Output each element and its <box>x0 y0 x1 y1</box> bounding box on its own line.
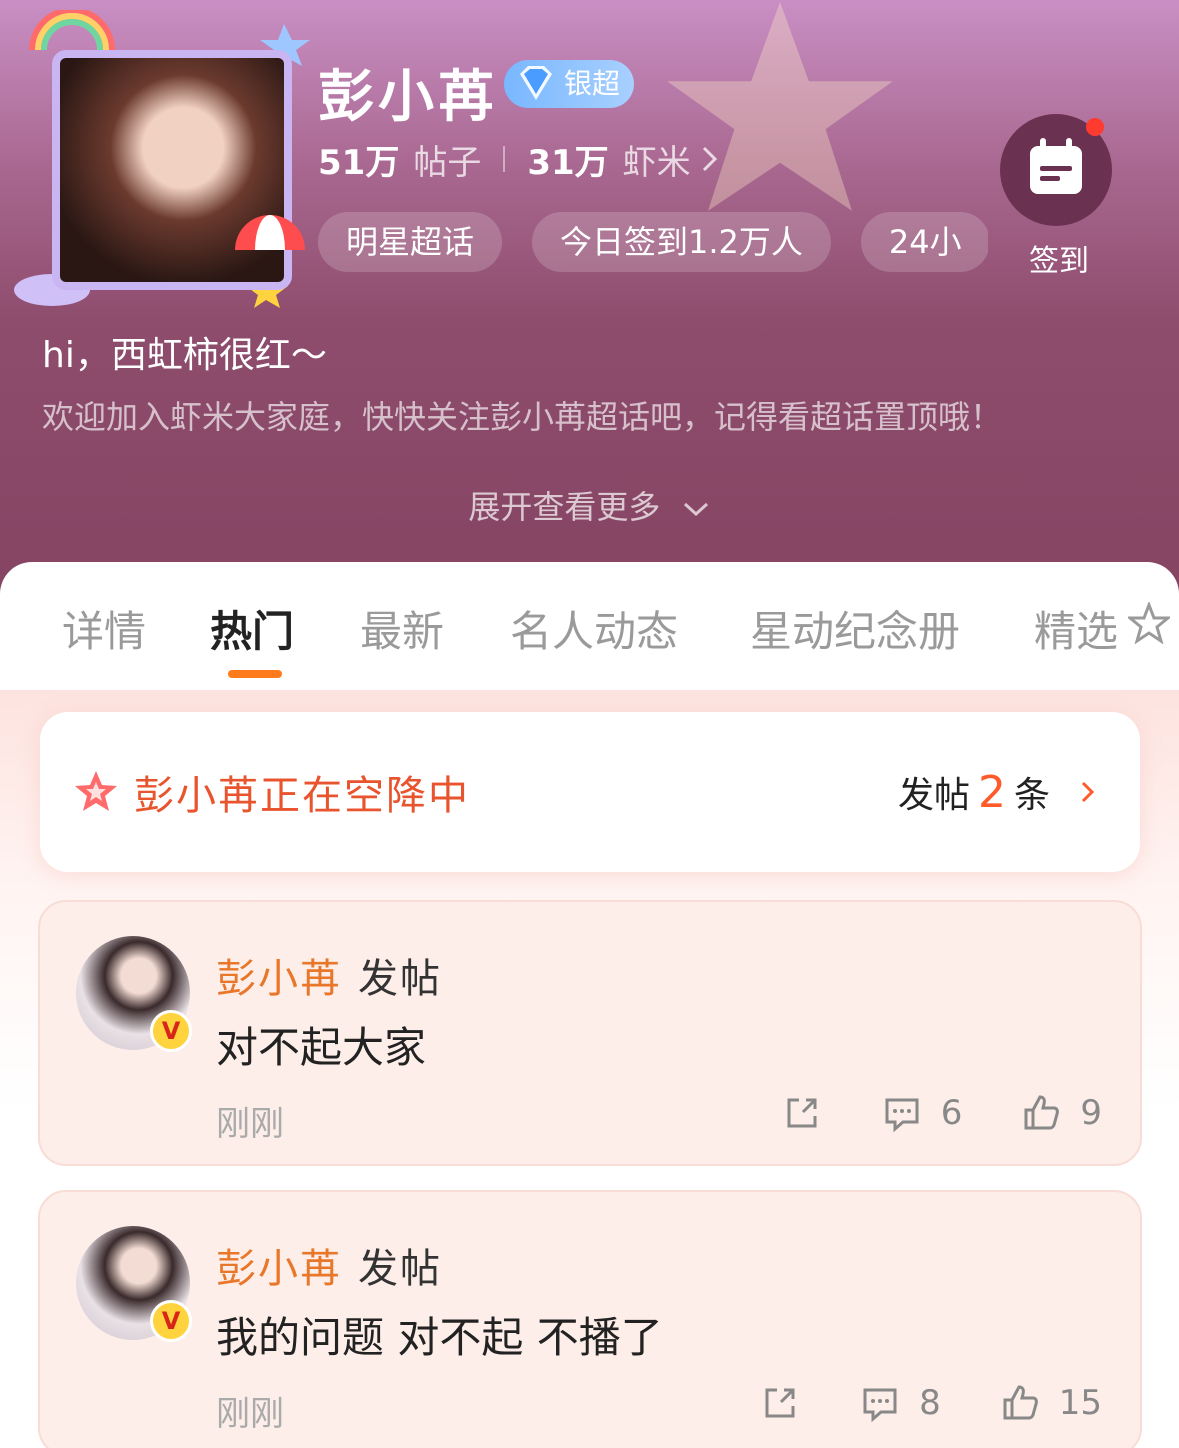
comment-button[interactable]: 6 <box>881 1092 963 1134</box>
post-action: 发帖 <box>358 1246 442 1292</box>
comment-count: 6 <box>940 1093 963 1133</box>
airdrop-title: 彭小苒正在空降中 <box>134 773 470 819</box>
chip-today-checkin[interactable]: 今日签到1.2万人 <box>532 212 831 272</box>
badge-label: 银超 <box>564 67 621 100</box>
post-card[interactable]: V 彭小苒 发帖 对不起大家 刚刚 6 9 <box>38 900 1142 1166</box>
like-button[interactable]: 9 <box>1020 1092 1102 1134</box>
post-author-name[interactable]: 彭小苒 <box>216 1246 342 1292</box>
thumbs-up-icon <box>1003 1385 1038 1420</box>
diamond-icon <box>520 66 552 100</box>
airdrop-suffix: 条 <box>1013 775 1050 816</box>
welcome-text: 欢迎加入虾米大家庭，快快关注彭小苒超话吧，记得看超话置顶哦！ <box>42 398 1003 436</box>
posts-unit: 帖子 <box>413 142 482 183</box>
stats-divider <box>503 146 506 172</box>
expand-more-label: 展开查看更多 <box>468 488 661 526</box>
post-action: 发帖 <box>358 956 442 1002</box>
post-actions: 6 9 <box>723 1092 1102 1134</box>
parachute-icon <box>235 215 305 250</box>
post-header: 彭小苒 发帖 <box>216 1236 442 1294</box>
verified-v-icon: V <box>150 1300 192 1342</box>
checkin-label[interactable]: 签到 <box>1000 236 1118 280</box>
like-button[interactable]: 15 <box>999 1382 1102 1424</box>
post-text[interactable]: 我的问题 对不起 不播了 <box>216 1304 663 1365</box>
post-actions: 8 15 <box>701 1382 1102 1424</box>
airdrop-count: 2 <box>977 766 1006 818</box>
share-button[interactable] <box>781 1092 823 1134</box>
topic-title: 彭小苒 <box>318 65 498 130</box>
airdrop-prefix: 发帖 <box>897 775 970 816</box>
fans-unit: 虾米 <box>622 142 691 183</box>
tab-bar: 详情 热门 最新 名人动态 星动纪念册 精选 <box>0 562 1179 690</box>
notification-dot <box>1086 118 1104 136</box>
comment-icon <box>885 1098 919 1133</box>
airdrop-banner[interactable]: 彭小苒正在空降中 发帖 2 条 <box>40 712 1140 872</box>
star-decoration-icon <box>667 2 893 211</box>
tab-star-album[interactable]: 星动纪念册 <box>750 598 960 659</box>
share-button[interactable] <box>759 1382 801 1424</box>
verified-v-icon: V <box>150 1010 192 1052</box>
tab-hot[interactable]: 热门 <box>210 598 294 659</box>
post-author-name[interactable]: 彭小苒 <box>216 956 342 1002</box>
share-icon <box>765 1388 795 1418</box>
expand-more-button[interactable]: 展开查看更多 <box>0 482 1179 528</box>
post-time: 刚刚 <box>216 1394 284 1434</box>
topic-chips: 明星超话 今日签到1.2万人 24小 <box>318 212 988 272</box>
greeting-text: hi，西虹柿很红～ <box>42 335 327 376</box>
tab-celebrity-updates[interactable]: 名人动态 <box>510 598 678 659</box>
tab-latest[interactable]: 最新 <box>360 598 444 659</box>
star-outline-icon <box>1128 602 1170 644</box>
thumbs-up-icon <box>1024 1095 1060 1130</box>
tab-details[interactable]: 详情 <box>62 598 146 659</box>
fans-count: 31万 <box>527 142 609 183</box>
star-badge-icon <box>75 771 117 811</box>
feed-content: 彭小苒正在空降中 发帖 2 条 V 彭小苒 发帖 对不起大家 刚刚 6 9 V … <box>0 690 1179 1448</box>
tab-featured[interactable]: 精选 <box>1034 598 1170 659</box>
posts-count: 51万 <box>318 142 400 183</box>
active-tab-indicator <box>228 670 282 678</box>
comment-icon <box>863 1388 897 1423</box>
comment-button[interactable]: 8 <box>859 1382 941 1424</box>
like-count: 15 <box>1058 1383 1102 1423</box>
topic-stats[interactable]: 51万 帖子 31万 虾米 <box>318 134 721 184</box>
super-topic-header: 彭小苒 银超 51万 帖子 31万 虾米 明星超话 今日签到1.2万人 24小 … <box>0 0 1179 600</box>
share-icon <box>787 1098 817 1128</box>
chevron-down-icon <box>683 502 708 517</box>
chip-24h[interactable]: 24小 <box>860 212 988 272</box>
chevron-right-icon <box>702 146 717 172</box>
post-time: 刚刚 <box>216 1104 284 1144</box>
post-header: 彭小苒 发帖 <box>216 946 442 1004</box>
tab-featured-label: 精选 <box>1034 607 1119 656</box>
silver-super-badge[interactable]: 银超 <box>504 60 635 108</box>
comment-count: 8 <box>919 1383 941 1423</box>
chip-star-topic[interactable]: 明星超话 <box>318 212 503 272</box>
airdrop-post-count[interactable]: 发帖 2 条 <box>898 766 1098 818</box>
like-count: 9 <box>1080 1093 1102 1133</box>
post-text[interactable]: 对不起大家 <box>216 1014 426 1075</box>
chevron-right-icon <box>1081 781 1095 803</box>
topic-avatar-frame[interactable] <box>12 10 312 310</box>
post-card[interactable]: V 彭小苒 发帖 我的问题 对不起 不播了 刚刚 8 15 <box>38 1190 1142 1448</box>
